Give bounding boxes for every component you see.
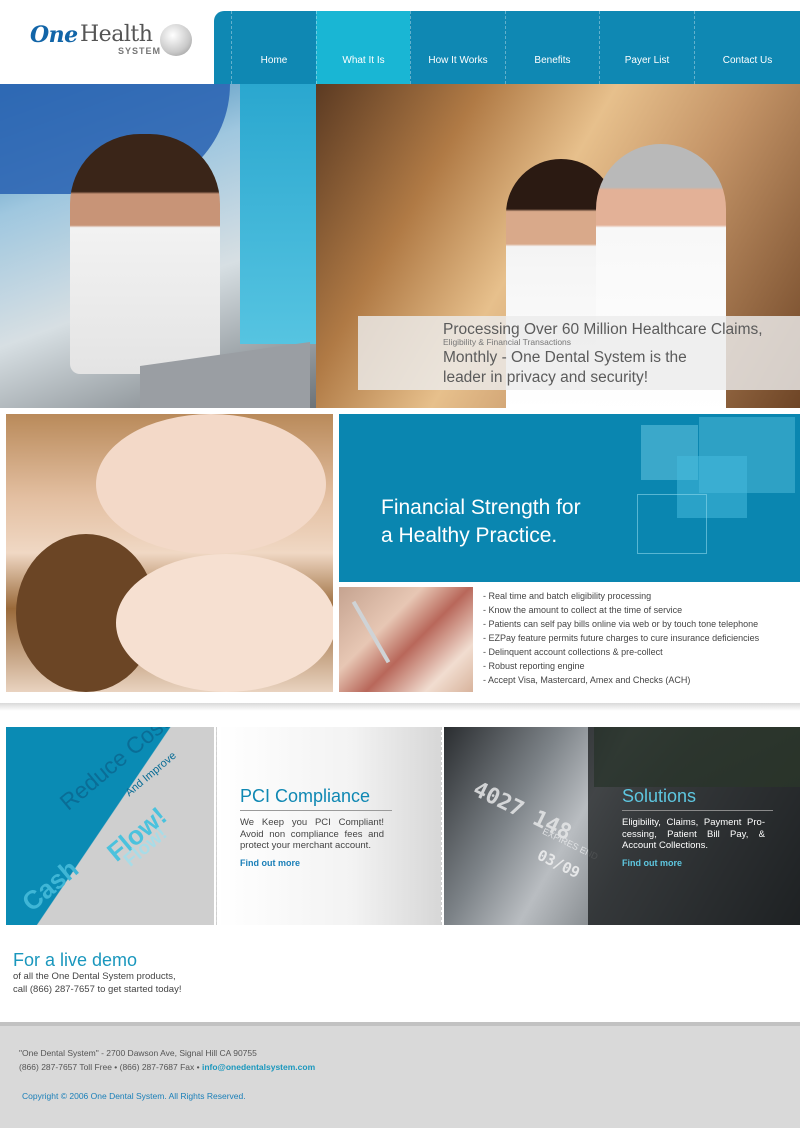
list-item: - Real time and batch eligibility proces…	[483, 591, 652, 601]
pci-rule	[240, 810, 392, 811]
solutions-card: 4027 148 EXPIRES END 03/09 Solutions Eli…	[444, 727, 800, 925]
list-item: - Patients can self pay bills online via…	[483, 619, 759, 629]
cash-flow-banner: Reduce Cost And Improve Flow! Flow! Cash	[6, 727, 214, 925]
financial-strength-line1: Financial Strength for	[381, 496, 581, 519]
footer-copyright: Copyright © 2006 One Dental System. All …	[22, 1091, 246, 1101]
list-item: - Delinquent account collections & pre-c…	[483, 647, 663, 657]
list-item: - EZPay feature permits future charges t…	[483, 633, 760, 643]
financial-strength-panel: Financial Strength for a Healthy Practic…	[339, 414, 800, 582]
list-item: - Know the amount to collect at the time…	[483, 605, 683, 615]
nav-what-it-is[interactable]: What It Is	[316, 11, 410, 84]
photo-dental-exam	[339, 587, 473, 692]
header: Home What It Is How It Works Benefits Pa…	[0, 0, 800, 84]
logo-globe-icon	[160, 24, 192, 56]
hero-caption: Processing Over 60 Million Healthcare Cl…	[358, 316, 800, 390]
hero-caption-line3: Monthly - One Dental System is the	[443, 349, 687, 366]
footer-email-link[interactable]: info@onedentalsystem.com	[202, 1062, 315, 1072]
solutions-rule	[622, 810, 773, 811]
pci-compliance-card: PCI Compliance We Keep you PCI Compliant…	[216, 727, 442, 925]
pci-find-out-more-link[interactable]: Find out more	[240, 858, 300, 868]
demo-title: For a live demo	[13, 950, 138, 970]
footer-address: "One Dental System" - 2700 Dawson Ave, S…	[19, 1048, 257, 1058]
benefits-list: - Real time and batch eligibility proces…	[483, 589, 759, 687]
financial-strength-line2: a Healthy Practice.	[381, 524, 558, 547]
solutions-find-out-more-link[interactable]: Find out more	[622, 858, 682, 868]
nav-payer-list[interactable]: Payer List	[599, 11, 694, 84]
footer: "One Dental System" - 2700 Dawson Ave, S…	[0, 1022, 800, 1128]
logo-text-health: Health	[80, 22, 153, 47]
page: Home What It Is How It Works Benefits Pa…	[0, 0, 800, 1128]
pci-body: We Keep you PCI Compliant! Avoid non com…	[240, 817, 384, 851]
nav-how-it-works[interactable]: How It Works	[410, 11, 505, 84]
nav-home[interactable]: Home	[231, 11, 316, 84]
logo[interactable]: One Health SYSTEM	[0, 11, 214, 72]
nav-contact-us[interactable]: Contact Us	[694, 11, 800, 84]
list-item: - Robust reporting engine	[483, 661, 585, 671]
financial-strength-heading: Financial Strength for a Healthy Practic…	[381, 494, 581, 550]
logo-text-one: One	[30, 22, 78, 48]
logo-text-system: SYSTEM	[118, 46, 162, 56]
demo-line1: of all the One Dental System products,	[13, 971, 176, 982]
hero-photo-receptionist	[0, 84, 316, 408]
footer-phones: (866) 287-7657 Toll Free • (866) 287-768…	[19, 1062, 202, 1072]
nav-benefits[interactable]: Benefits	[505, 11, 599, 84]
photo-smiling-couple	[6, 414, 333, 692]
hero-caption-line4: leader in privacy and security!	[443, 369, 649, 386]
demo-line2: call (866) 287-7657 to get started today…	[13, 984, 182, 995]
pci-title: PCI Compliance	[240, 786, 371, 806]
solutions-title: Solutions	[622, 786, 697, 806]
hero-caption-line2: Eligibility & Financial Transactions	[443, 337, 572, 347]
section-divider	[0, 703, 800, 711]
footer-contact: (866) 287-7657 Toll Free • (866) 287-768…	[19, 1062, 315, 1072]
list-item: - Accept Visa, Mastercard, Amex and Chec…	[483, 675, 691, 685]
solutions-body: Eligibility, Claims, Payment Pro-cessing…	[622, 817, 765, 851]
